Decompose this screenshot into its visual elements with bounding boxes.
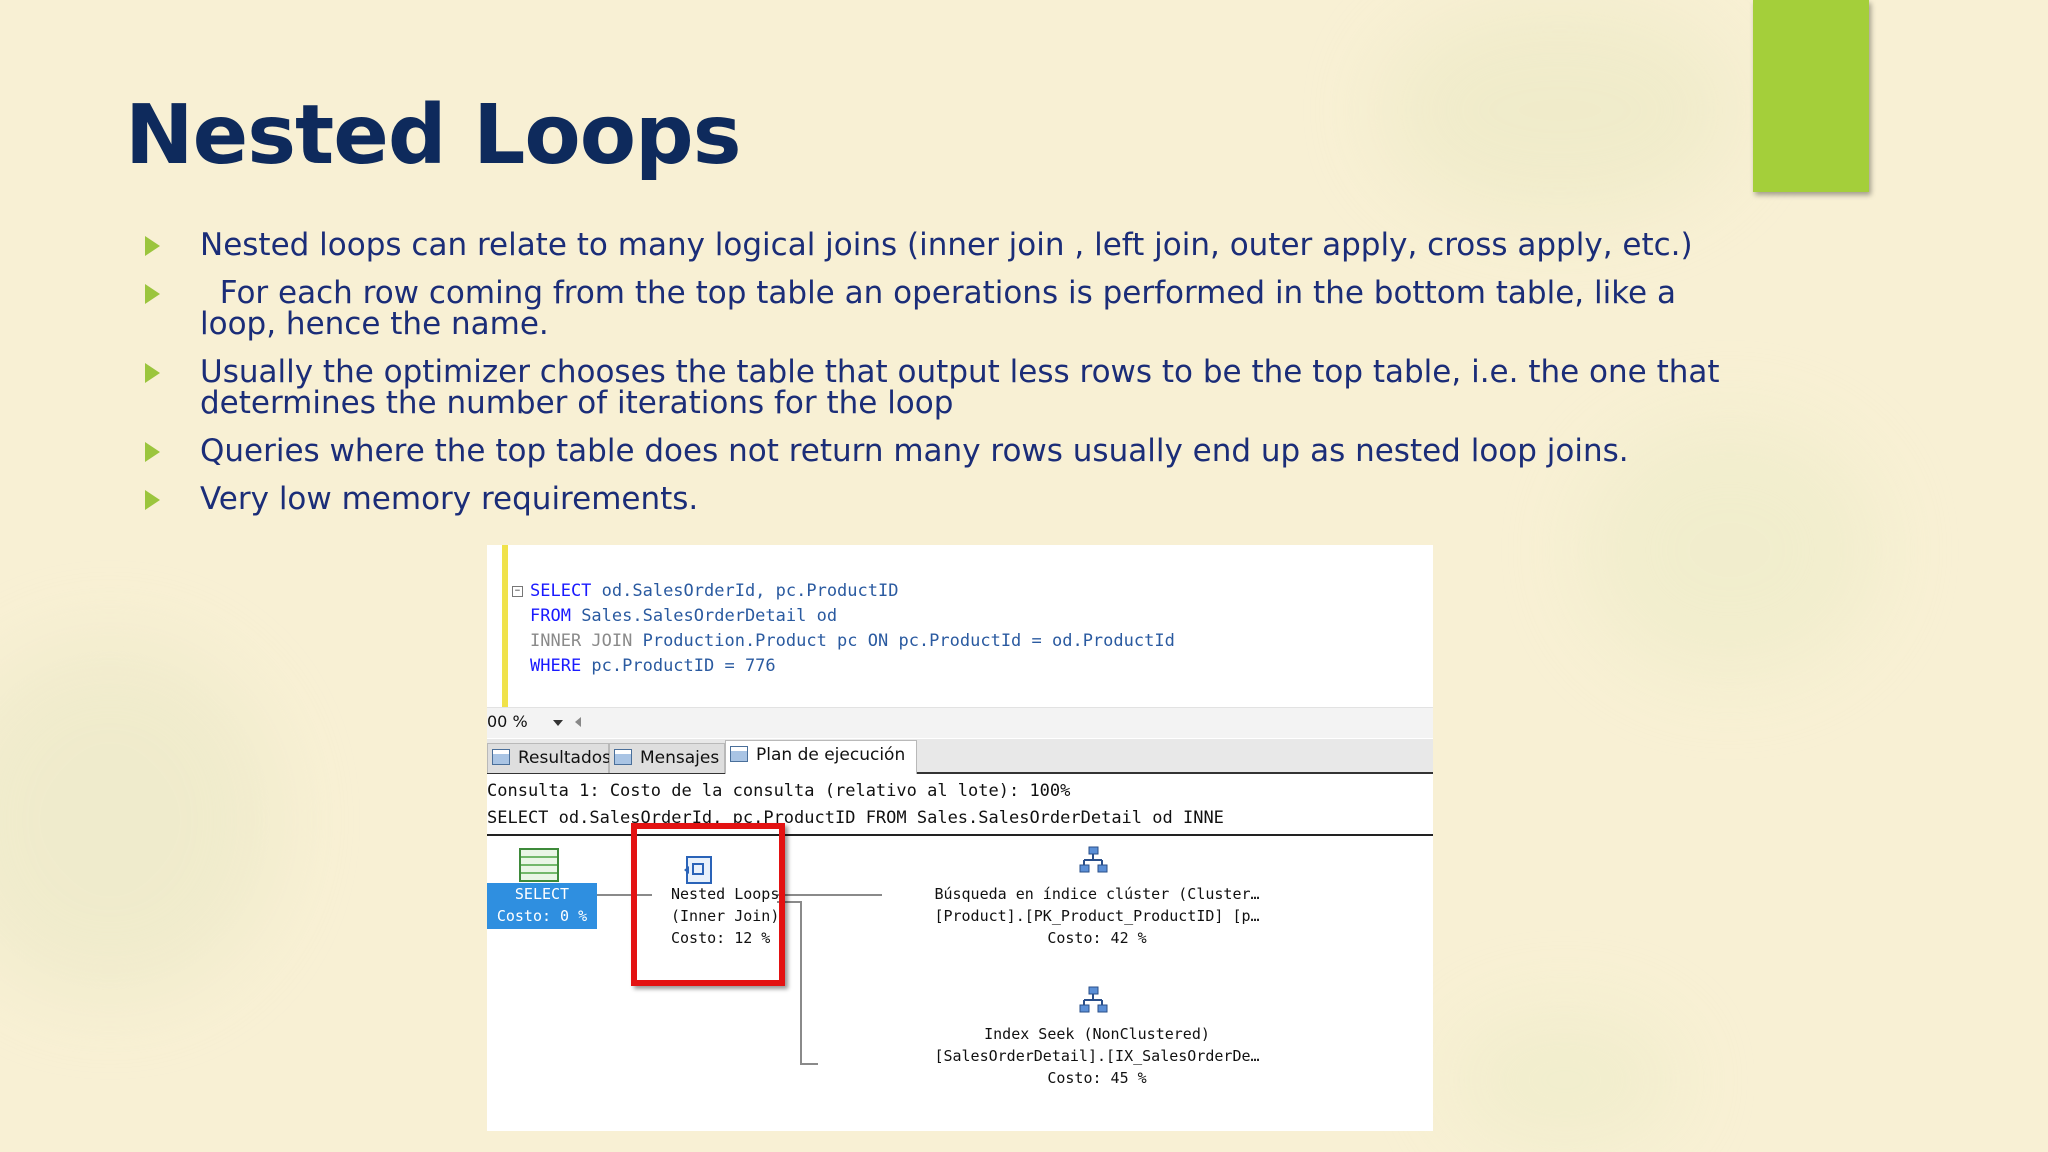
background-blob [0, 640, 280, 1000]
tab-messages[interactable]: Mensajes [609, 743, 725, 773]
results-tabs: Resultados Mensajes Plan de ejecución [487, 739, 1433, 774]
bullet-arrow-icon [145, 236, 160, 256]
plan-arrow [800, 1063, 818, 1065]
node-object: [SalesOrderDetail].[IX_SalesOrderDe… [934, 1047, 1260, 1065]
plan-arrow [777, 894, 882, 896]
editor-change-marker [502, 545, 508, 707]
sql-text: od.SalesOrderId, pc.ProductID [591, 581, 899, 601]
bullet-arrow-icon [145, 442, 160, 462]
bullet-item: Queries where the top table does not ret… [140, 436, 1730, 467]
node-name: Búsqueda en índice clúster (Cluster… [934, 885, 1260, 903]
bullet-text: Very low memory requirements. [200, 481, 699, 517]
plan-node-select[interactable]: SELECT Costo: 0 % [487, 883, 597, 929]
query-text: SELECT od.SalesOrderId, pc.ProductID FRO… [487, 808, 1224, 828]
node-cost: Costo: 42 % [1047, 929, 1147, 947]
query-cost: Consulta 1: Costo de la consulta (relati… [487, 781, 1071, 801]
sql-code: SELECT od.SalesOrderId, pc.ProductID FRO… [530, 579, 1175, 679]
sql-keyword: INNER JOIN [530, 631, 633, 651]
bullet-list: Nested loops can relate to many logical … [140, 230, 1730, 532]
background-blob [1380, 0, 1740, 220]
tab-label: Mensajes [640, 748, 720, 768]
slide-title: Nested Loops [125, 88, 742, 183]
node-cost: Costo: 45 % [1047, 1069, 1147, 1087]
plan-node-index-seek[interactable]: Index Seek (NonClustered) [SalesOrderDeta… [897, 1023, 1297, 1089]
tab-label: Resultados [518, 748, 611, 768]
query-cost-text: Consulta 1: Costo de la consulta (relati… [487, 778, 1224, 832]
sql-keyword: SELECT [530, 581, 592, 601]
sql-text: pc.ProductID = 776 [581, 656, 776, 676]
grid-icon [492, 749, 510, 765]
execution-plan-icon [730, 746, 748, 762]
bullet-text: Usually the optimizer chooses the table … [200, 354, 1720, 421]
background-blob [1450, 1010, 1680, 1150]
clustered-index-seek-icon [1079, 846, 1108, 873]
tab-execution-plan[interactable]: Plan de ejecución [725, 740, 917, 774]
highlight-box [631, 823, 785, 986]
bullet-arrow-icon [145, 490, 160, 510]
node-name: SELECT [514, 885, 570, 903]
plan-node-clustered-index-seek[interactable]: Búsqueda en índice clúster (Cluster… [Pro… [897, 883, 1297, 949]
ssms-screenshot: − SELECT od.SalesOrderId, pc.ProductID F… [487, 545, 1433, 1131]
sql-text: Sales.SalesOrderDetail od [570, 606, 838, 626]
bullet-item: Very low memory requirements. [140, 484, 1730, 515]
node-object: [Product].[PK_Product_ProductID] [p… [934, 907, 1260, 925]
bullet-text: Nested loops can relate to many logical … [200, 227, 1693, 263]
node-name: Index Seek (NonClustered) [984, 1025, 1210, 1043]
bullet-arrow-icon [145, 363, 160, 383]
divider [487, 834, 1433, 836]
sql-text: Production.Product pc ON pc.ProductId = … [632, 631, 1175, 651]
collapse-icon[interactable]: − [512, 586, 523, 597]
chevron-down-icon[interactable] [553, 720, 563, 726]
execution-plan: SELECT Costo: 0 % Nested Loops (Inner Join… [487, 823, 1433, 1131]
sql-keyword: WHERE [530, 656, 582, 676]
tab-results[interactable]: Resultados [487, 743, 611, 773]
bullet-text: For each row coming from the top table a… [200, 275, 1686, 342]
zoom-bar: 00 % [487, 707, 1433, 738]
query-editor[interactable]: − SELECT od.SalesOrderId, pc.ProductID F… [487, 545, 1433, 707]
index-seek-icon [1079, 986, 1108, 1013]
bullet-item: Usually the optimizer chooses the table … [140, 357, 1730, 419]
tab-label: Plan de ejecución [756, 745, 906, 765]
node-cost: Costo: 0 % [496, 907, 588, 925]
messages-icon [614, 749, 632, 765]
bullet-item: Nested loops can relate to many logical … [140, 230, 1730, 261]
select-result-icon [519, 848, 559, 882]
scroll-left-icon[interactable] [575, 717, 581, 727]
accent-bar [1753, 0, 1869, 192]
sql-keyword: FROM [530, 606, 571, 626]
plan-arrow [800, 901, 802, 1063]
bullet-text: Queries where the top table does not ret… [200, 433, 1629, 469]
bullet-arrow-icon [145, 284, 160, 304]
bullet-item: For each row coming from the top table a… [140, 278, 1730, 340]
